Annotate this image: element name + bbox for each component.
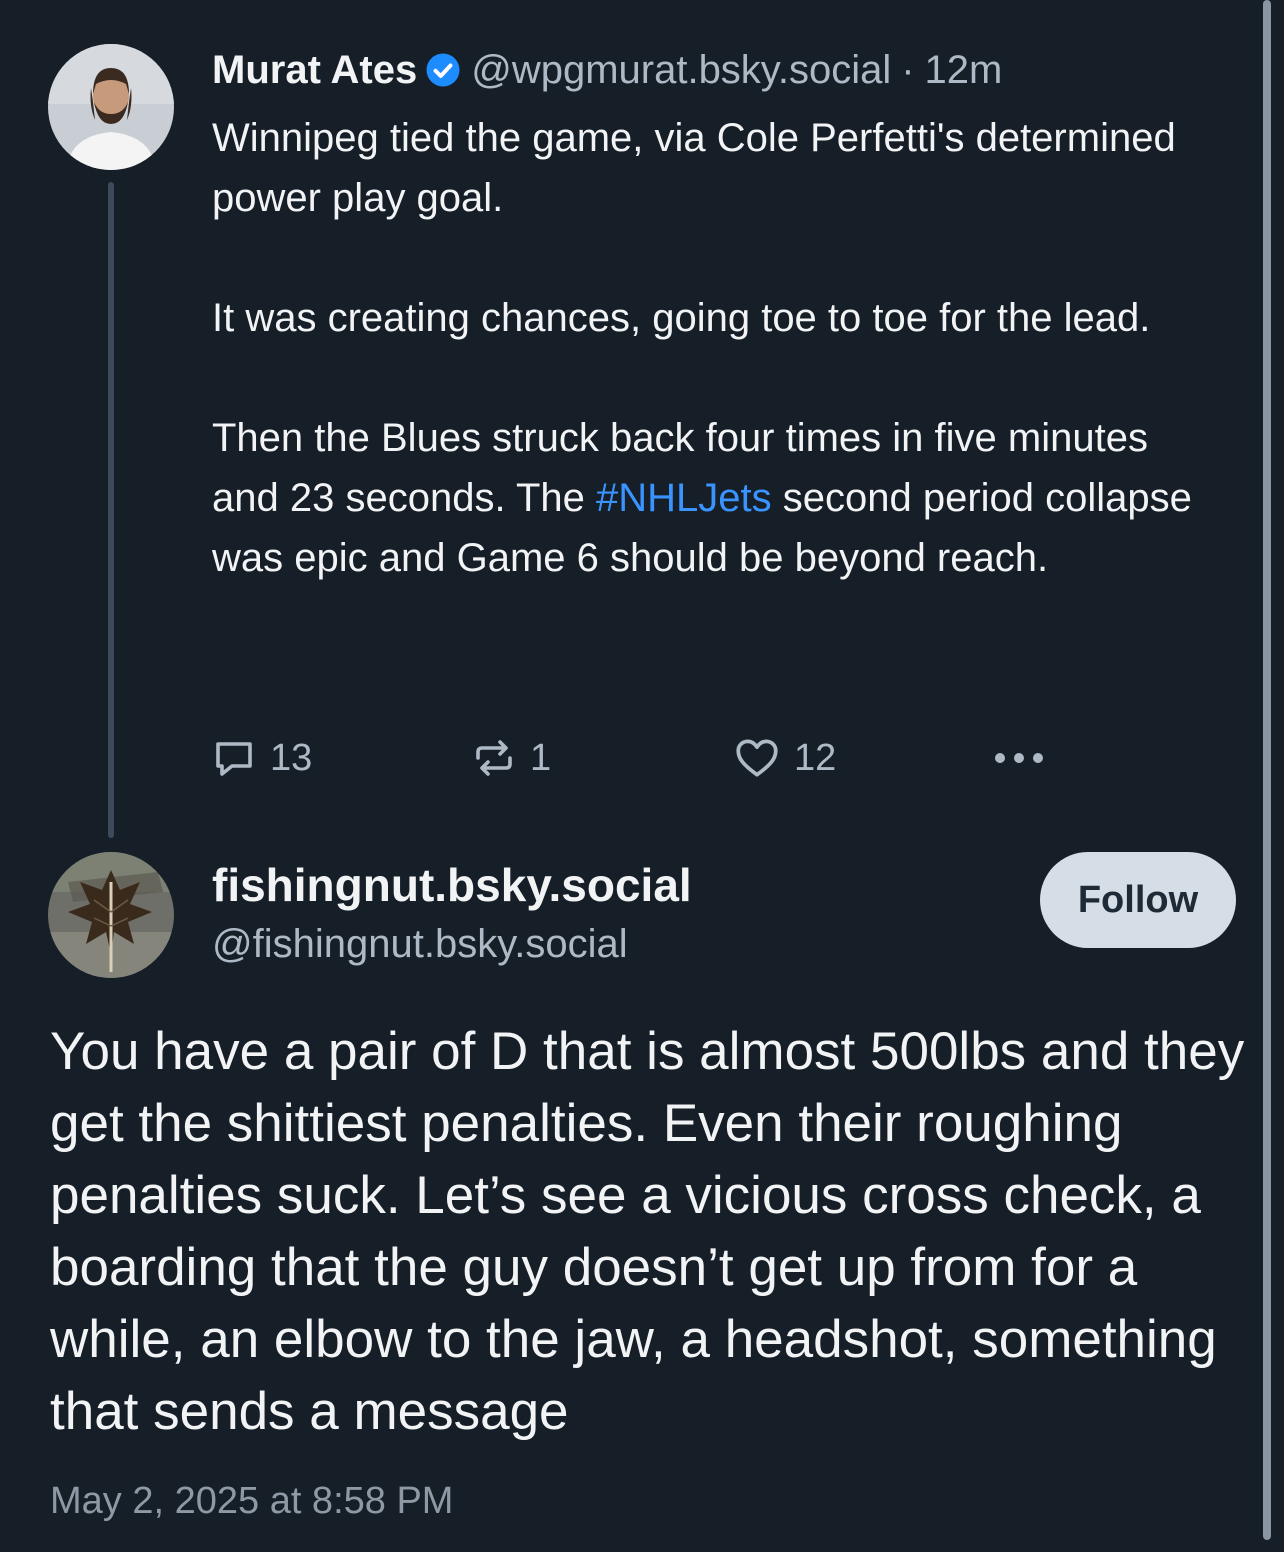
repost-button[interactable]: 1 xyxy=(470,732,551,784)
more-options-button[interactable] xyxy=(990,732,1050,784)
like-button[interactable]: 12 xyxy=(732,732,836,784)
reply-author-avatar[interactable] xyxy=(48,852,174,978)
separator-dot: · xyxy=(901,47,915,92)
post-paragraph-3: Then the Blues struck back four times in… xyxy=(212,416,1192,580)
post-paragraph-2: It was creating chances, going toe to to… xyxy=(212,296,1151,340)
hashtag-link[interactable]: #NHLJets xyxy=(596,476,772,520)
repost-count: 1 xyxy=(530,736,552,779)
reply-author-display-name[interactable]: fishingnut.bsky.social xyxy=(212,858,692,912)
author-handle[interactable]: @wpgmurat.bsky.social xyxy=(471,48,891,93)
scrollbar[interactable] xyxy=(1263,0,1271,1540)
post-paragraph-1: Winnipeg tied the game, via Cole Perfett… xyxy=(212,116,1176,220)
reply-author-handle[interactable]: @fishingnut.bsky.social xyxy=(212,922,628,967)
thread-connector-line xyxy=(108,182,114,838)
post-timestamp[interactable]: May 2, 2025 at 8:58 PM xyxy=(50,1480,453,1523)
reply-button[interactable]: 13 xyxy=(210,732,312,784)
reply-count: 13 xyxy=(270,736,313,779)
reply-icon xyxy=(216,742,252,776)
repost-icon xyxy=(476,740,512,776)
post-time-ago[interactable]: 12m xyxy=(925,48,1003,93)
author-display-name[interactable]: Murat Ates xyxy=(212,48,417,93)
reply-post-text: You have a pair of D that is almost 500l… xyxy=(50,1022,1245,1441)
post-text: Winnipeg tied the game, via Cole Perfett… xyxy=(212,108,1212,588)
post-header: Murat Ates @wpgmurat.bsky.social · 12m xyxy=(212,44,1002,96)
verified-badge-icon xyxy=(426,53,460,87)
author-avatar[interactable] xyxy=(48,44,174,170)
ellipsis-icon xyxy=(995,753,1043,763)
heart-icon xyxy=(736,739,778,777)
like-count: 12 xyxy=(794,736,837,779)
follow-button[interactable]: Follow xyxy=(1040,852,1236,948)
